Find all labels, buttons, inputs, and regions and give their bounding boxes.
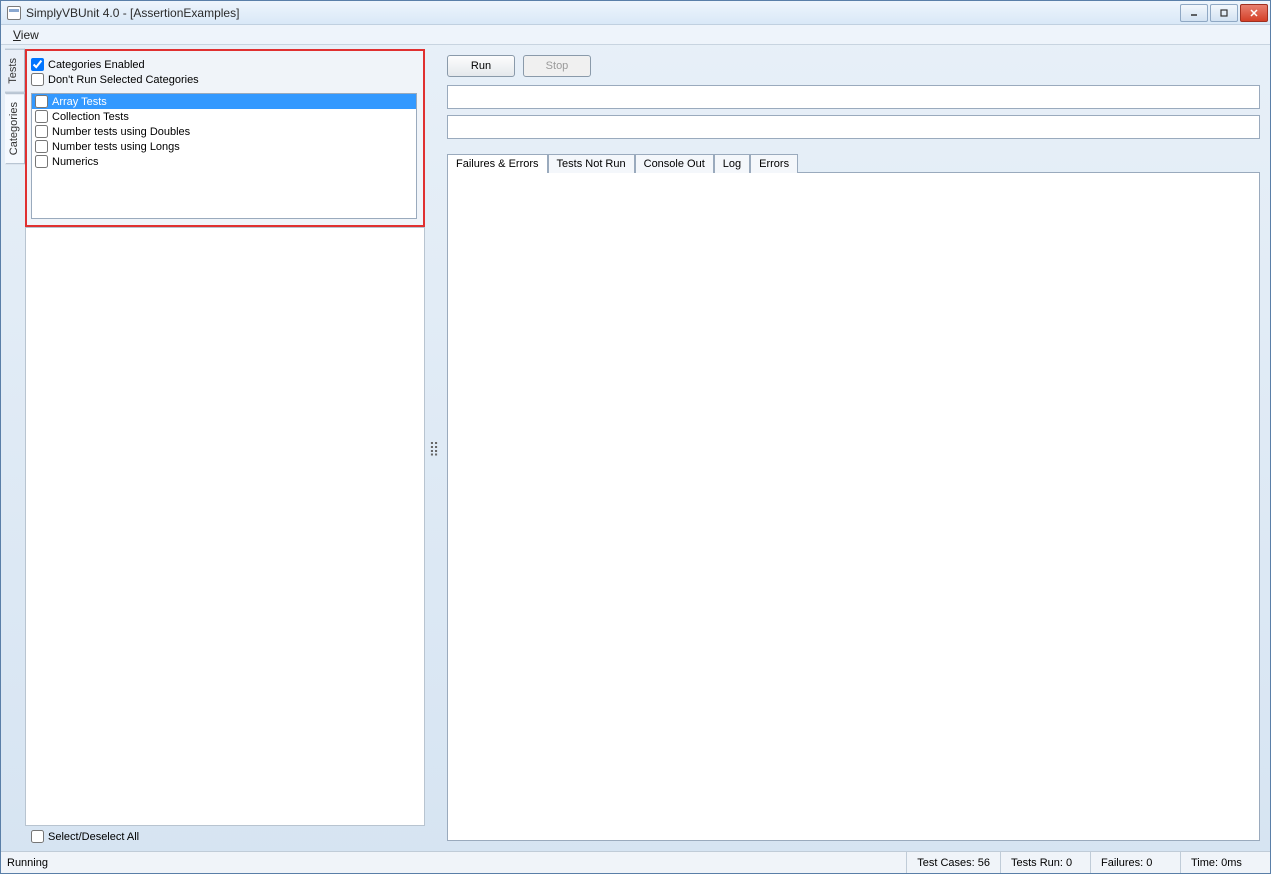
tab-tests-not-run[interactable]: Tests Not Run [548, 154, 635, 173]
test-tree-area[interactable] [25, 227, 425, 826]
category-checkbox[interactable] [35, 140, 48, 153]
content-area: Tests Categories Categories Enabled Don'… [1, 45, 1270, 851]
progress-bar-1 [447, 85, 1260, 109]
dont-run-selected-option[interactable]: Don't Run Selected Categories [31, 72, 417, 87]
app-window: SimplyVBUnit 4.0 - [AssertionExamples] V… [0, 0, 1271, 874]
status-test-cases: Test Cases: 56 [906, 852, 1000, 873]
category-item[interactable]: Number tests using Longs [32, 139, 416, 154]
category-label: Numerics [52, 156, 98, 168]
window-title: SimplyVBUnit 4.0 - [AssertionExamples] [26, 6, 1180, 20]
app-icon [7, 6, 21, 20]
tab-tests[interactable]: Tests [5, 49, 25, 93]
tab-failures-errors[interactable]: Failures & Errors [447, 154, 548, 173]
side-tab-strip: Tests Categories [5, 49, 25, 227]
results-body[interactable] [447, 172, 1260, 841]
status-running: Running [1, 852, 906, 873]
menubar: View [1, 25, 1270, 45]
category-label: Collection Tests [52, 111, 129, 123]
right-pane: Run Stop Failures & Errors Tests Not Run… [441, 49, 1266, 847]
tab-console-out[interactable]: Console Out [635, 154, 714, 173]
category-item[interactable]: Number tests using Doubles [32, 124, 416, 139]
left-pane: Tests Categories Categories Enabled Don'… [5, 49, 425, 847]
status-time: Time: 0ms [1180, 852, 1270, 873]
category-list[interactable]: Array Tests Collection Tests Number tests … [31, 93, 417, 219]
splitter-grip-icon: ⣿ [429, 440, 437, 457]
category-label: Number tests using Doubles [52, 126, 190, 138]
results-tab-strip: Failures & Errors Tests Not Run Console … [447, 153, 1260, 172]
close-button[interactable] [1240, 4, 1268, 22]
dont-run-selected-checkbox[interactable] [31, 73, 44, 86]
menu-view[interactable]: View [7, 26, 45, 44]
categories-panel: Categories Enabled Don't Run Selected Ca… [25, 49, 425, 227]
splitter[interactable]: ⣿ [425, 49, 441, 847]
minimize-button[interactable] [1180, 4, 1208, 22]
category-item[interactable]: Collection Tests [32, 109, 416, 124]
run-button[interactable]: Run [447, 55, 515, 77]
tab-categories[interactable]: Categories [5, 93, 25, 164]
status-tests-run: Tests Run: 0 [1000, 852, 1090, 873]
categories-enabled-checkbox[interactable] [31, 58, 44, 71]
category-item[interactable]: Array Tests [32, 94, 416, 109]
category-label: Array Tests [52, 96, 107, 108]
maximize-button[interactable] [1210, 4, 1238, 22]
tab-errors[interactable]: Errors [750, 154, 798, 173]
category-checkbox[interactable] [35, 95, 48, 108]
select-all-row[interactable]: Select/Deselect All [25, 826, 425, 847]
category-checkbox[interactable] [35, 125, 48, 138]
progress-bar-2 [447, 115, 1260, 139]
titlebar[interactable]: SimplyVBUnit 4.0 - [AssertionExamples] [1, 1, 1270, 25]
categories-enabled-option[interactable]: Categories Enabled [31, 57, 417, 72]
tab-log[interactable]: Log [714, 154, 750, 173]
category-label: Number tests using Longs [52, 141, 180, 153]
statusbar: Running Test Cases: 56 Tests Run: 0 Fail… [1, 851, 1270, 873]
select-all-checkbox[interactable] [31, 830, 44, 843]
category-checkbox[interactable] [35, 155, 48, 168]
status-failures: Failures: 0 [1090, 852, 1180, 873]
category-item[interactable]: Numerics [32, 154, 416, 169]
stop-button[interactable]: Stop [523, 55, 591, 77]
category-checkbox[interactable] [35, 110, 48, 123]
